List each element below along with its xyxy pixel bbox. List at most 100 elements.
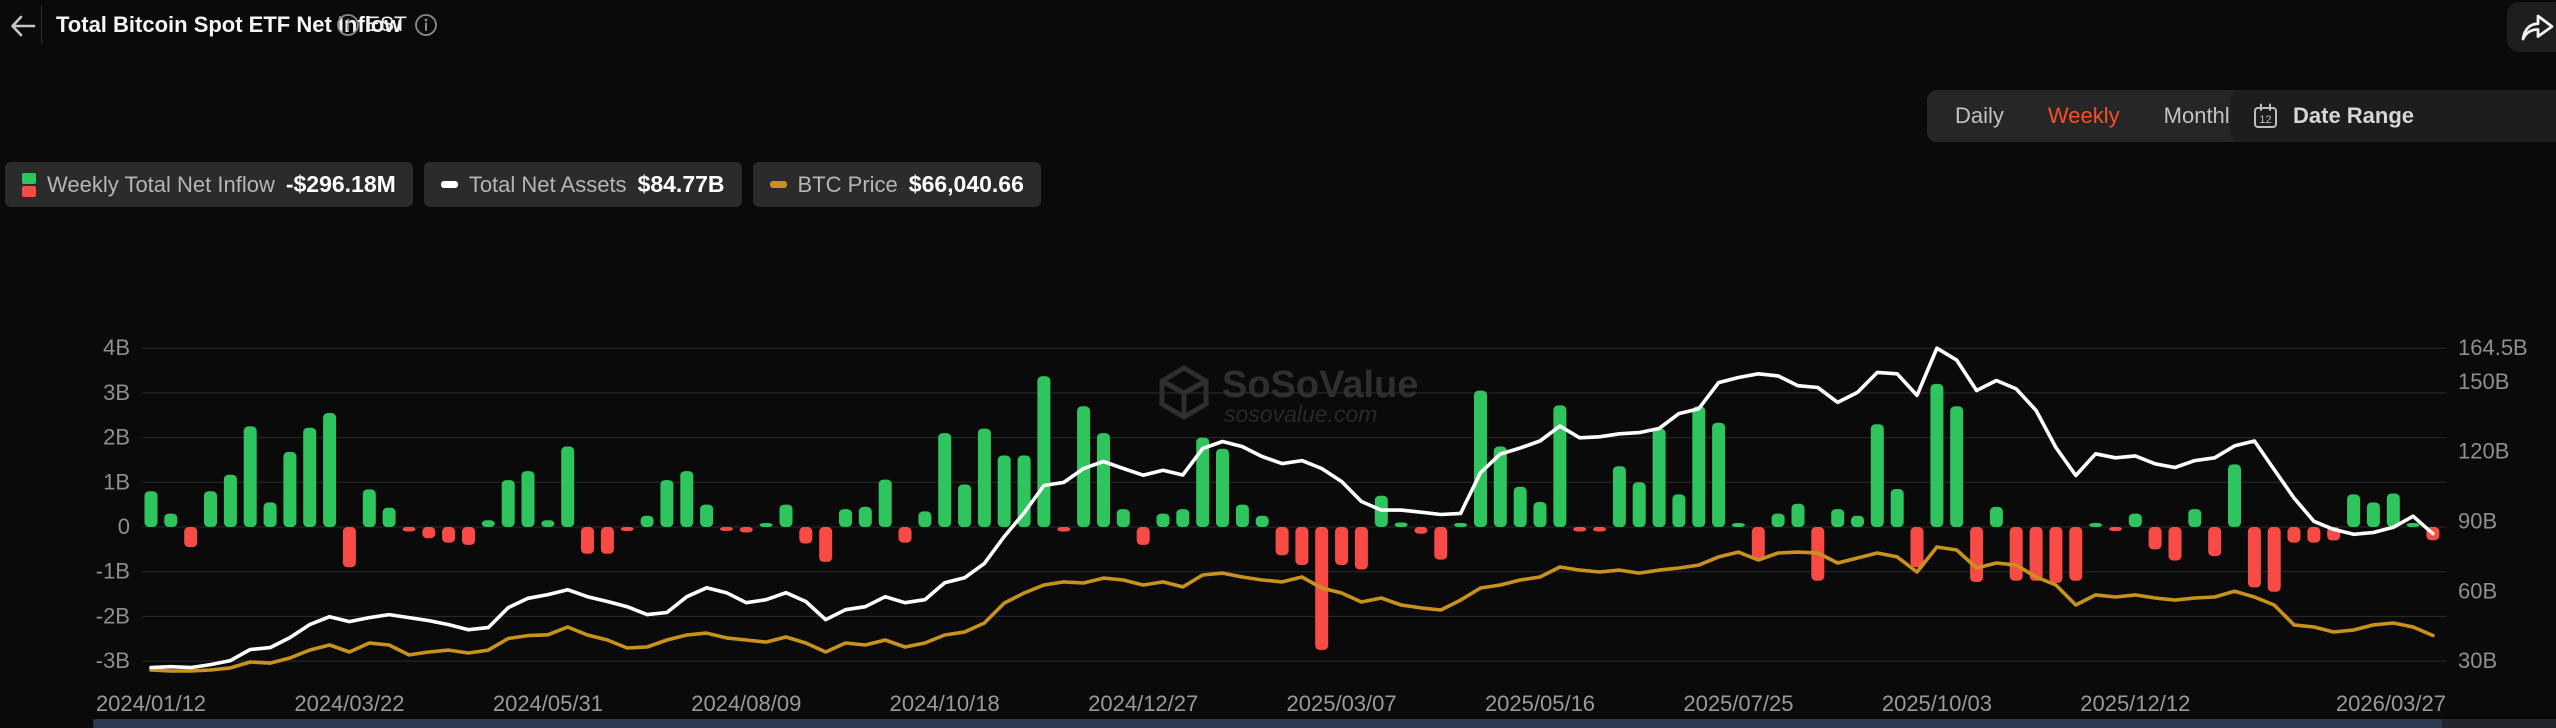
bar-week-35 (839, 509, 852, 527)
right-axis-tick: 120B (2458, 439, 2509, 464)
bar-week-91 (1950, 406, 1963, 527)
bar-week-27 (680, 471, 693, 527)
bar-week-10 (343, 527, 356, 567)
chart-scrollbar-track[interactable] (93, 719, 2556, 728)
bar-week-73 (1593, 527, 1606, 532)
bar-week-28 (700, 505, 713, 527)
bar-week-5 (244, 426, 257, 527)
bar-week-99 (2109, 527, 2122, 531)
bar-week-98 (2089, 523, 2102, 527)
left-axis-tick: 4B (103, 335, 130, 360)
x-axis-tick: 2024/08/09 (691, 691, 801, 716)
bar-week-20 (541, 520, 554, 527)
bar-week-96 (2049, 527, 2062, 583)
bar-week-86 (1851, 516, 1864, 527)
bar-week-11 (363, 489, 376, 527)
bar-week-37 (879, 480, 892, 527)
bar-week-45 (1037, 376, 1050, 527)
bar-week-42 (978, 429, 991, 527)
bar-week-114 (2407, 523, 2420, 527)
sosovalue-watermark: SoSoValuesosovalue.com (1162, 364, 1418, 427)
bar-week-32 (780, 505, 793, 527)
bar-week-31 (760, 523, 773, 527)
bar-week-52 (1176, 509, 1189, 527)
bar-week-29 (720, 527, 733, 531)
bar-week-26 (660, 480, 673, 527)
bar-week-65 (1434, 527, 1447, 560)
watermark-subtitle: sosovalue.com (1224, 401, 1377, 427)
right-axis-tick: 164.5B (2458, 335, 2528, 360)
x-axis-tick: 2024/03/22 (294, 691, 404, 716)
bar-week-39 (918, 511, 931, 527)
bar-week-79 (1712, 423, 1725, 527)
bar-week-7 (283, 452, 296, 527)
bar-week-14 (422, 527, 435, 538)
right-axis-tick: 60B (2458, 578, 2497, 603)
bar-week-102 (2169, 527, 2182, 561)
bar-week-15 (442, 527, 455, 543)
bar-week-22 (581, 527, 594, 554)
x-axis-tick: 2024/05/31 (493, 691, 603, 716)
left-axis-tick: 0 (118, 514, 130, 539)
bar-week-56 (1256, 516, 1269, 527)
bar-week-18 (502, 480, 515, 527)
chart-scrollbar-handle[interactable] (93, 719, 2442, 728)
x-axis-tick: 2025/07/25 (1683, 691, 1793, 716)
bar-week-111 (2347, 494, 2360, 527)
left-axis-tick: 2B (103, 425, 130, 450)
left-axis-tick: 3B (103, 380, 130, 405)
bar-week-106 (2248, 527, 2261, 587)
left-axis-tick: 1B (103, 469, 130, 494)
bar-week-54 (1216, 449, 1229, 527)
bar-week-101 (2149, 527, 2162, 549)
x-axis-tick: 2025/03/07 (1287, 691, 1397, 716)
etf-net-inflow-chart[interactable]: SoSoValuesosovalue.com 4B 3B 2B 1B 0 -1B -2B -3B… (0, 0, 2556, 728)
bar-week-78 (1692, 406, 1705, 527)
bar-week-64 (1415, 527, 1428, 534)
bar-week-93 (1990, 507, 2003, 527)
bar-week-109 (2307, 527, 2320, 543)
bar-week-41 (958, 485, 971, 528)
right-axis-tick: 90B (2458, 509, 2497, 534)
bar-week-17 (482, 520, 495, 527)
bar-week-90 (1930, 384, 1943, 527)
left-axis-labels: 4B 3B 2B 1B 0 -1B -2B -3B (96, 335, 130, 673)
right-axis-tick: 150B (2458, 369, 2509, 394)
watermark-title: SoSoValue (1222, 364, 1418, 406)
bar-week-19 (522, 471, 535, 527)
bar-week-80 (1732, 523, 1745, 527)
bar-week-9 (323, 413, 336, 527)
bar-week-63 (1395, 523, 1408, 528)
bar-week-77 (1672, 494, 1685, 527)
bar-week-100 (2129, 514, 2142, 527)
bar-week-113 (2387, 494, 2400, 528)
bar-week-69 (1514, 487, 1527, 527)
bar-week-6 (264, 502, 277, 527)
bar-week-3 (204, 491, 217, 527)
bar-week-104 (2208, 527, 2221, 556)
bar-week-105 (2228, 464, 2241, 527)
bar-week-38 (899, 527, 912, 543)
bar-week-4 (224, 475, 237, 527)
bar-week-66 (1454, 523, 1467, 527)
left-axis-tick: -3B (96, 648, 130, 673)
bar-week-107 (2268, 527, 2281, 592)
bar-week-16 (462, 527, 475, 545)
bar-week-46 (1057, 527, 1070, 532)
bar-week-85 (1831, 509, 1844, 527)
bar-week-21 (561, 447, 574, 528)
bar-week-82 (1772, 514, 1785, 527)
left-axis-tick: -2B (96, 603, 130, 628)
btc-price-line[interactable] (151, 547, 2433, 671)
left-axis-tick: -1B (96, 559, 130, 584)
bar-week-81 (1752, 527, 1765, 558)
bar-week-89 (1911, 527, 1924, 567)
bar-week-88 (1891, 489, 1904, 527)
bar-week-43 (998, 456, 1011, 528)
bar-week-112 (2367, 502, 2380, 527)
bar-week-49 (1117, 509, 1130, 527)
bar-week-2 (184, 527, 197, 547)
bar-week-60 (1335, 527, 1348, 565)
x-axis-tick: 2025/12/12 (2080, 691, 2190, 716)
bar-week-57 (1276, 527, 1289, 555)
